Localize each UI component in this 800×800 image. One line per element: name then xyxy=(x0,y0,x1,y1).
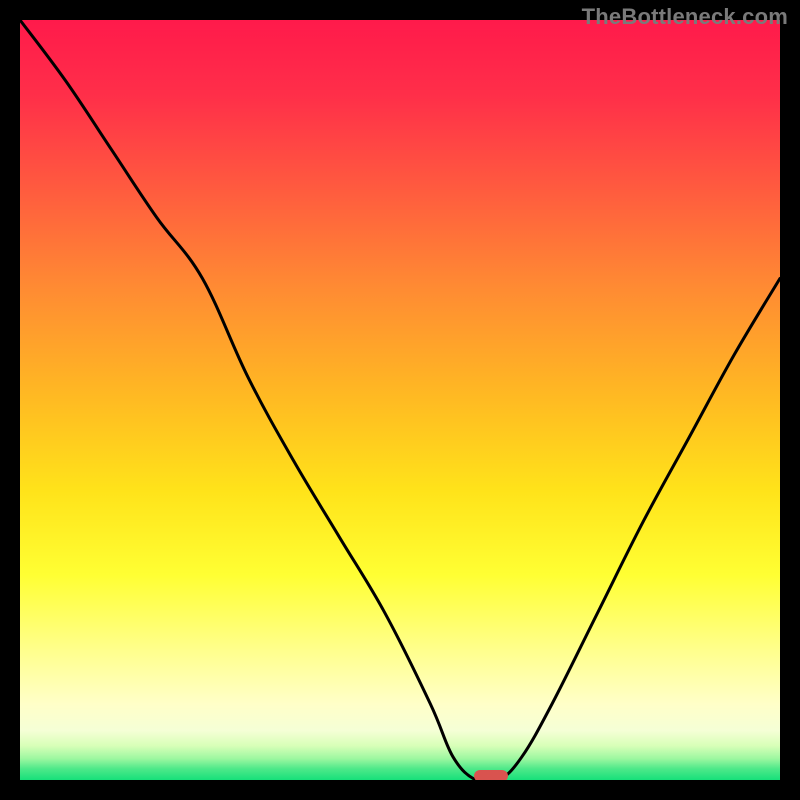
optimal-marker xyxy=(474,770,508,780)
chart-frame: TheBottleneck.com xyxy=(0,0,800,800)
watermark-text: TheBottleneck.com xyxy=(582,4,788,30)
plot-area xyxy=(20,20,780,780)
bottleneck-curve xyxy=(20,20,780,780)
